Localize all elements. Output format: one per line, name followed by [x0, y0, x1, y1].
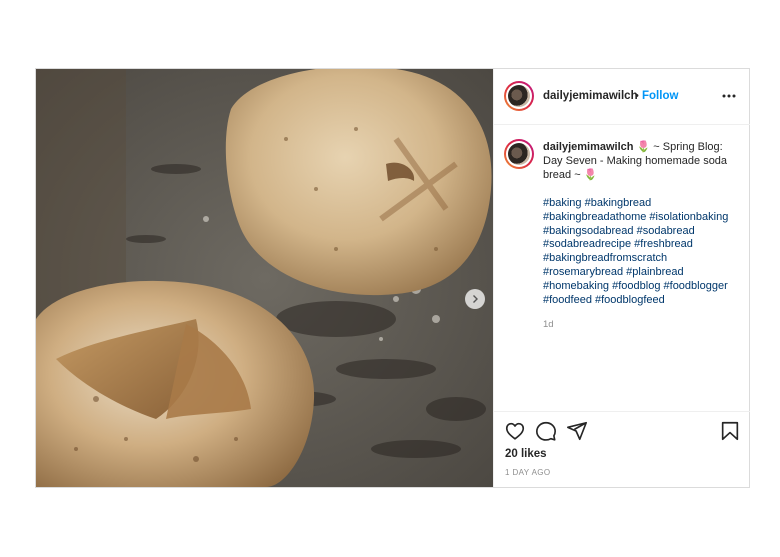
- hashtag-link[interactable]: #bakingbreadathome: [543, 211, 646, 223]
- hashtag-link[interactable]: #foodblogger: [664, 280, 728, 292]
- hashtag-link[interactable]: #bakingbread: [585, 197, 652, 209]
- tulip-emoji-end: 🌷: [583, 168, 598, 181]
- likes-count[interactable]: 20 likes: [505, 448, 547, 460]
- hashtag-link[interactable]: #foodblogfeed: [595, 294, 665, 306]
- hashtag-link[interactable]: #foodblog: [612, 280, 660, 292]
- hashtag-link[interactable]: #plainbread: [626, 266, 684, 278]
- caption-username[interactable]: dailyjemimawilch: [543, 141, 633, 153]
- hashtag-link[interactable]: #isolationbaking: [649, 211, 728, 223]
- hashtag-line: #bakingbreadathome #isolationbaking: [543, 211, 748, 225]
- hashtag-link[interactable]: #rosemarybread: [543, 266, 623, 278]
- hashtag-link[interactable]: #freshbread: [634, 238, 693, 250]
- hashtag-link[interactable]: #baking: [543, 197, 582, 209]
- hashtag-link[interactable]: #sodabreadrecipe: [543, 238, 631, 250]
- hashtag-link[interactable]: #sodabread: [637, 225, 695, 237]
- comment-icon[interactable]: [535, 420, 557, 442]
- hashtag-line: #baking #bakingbread: [543, 197, 748, 211]
- hashtag-link[interactable]: #bakingbreadfromscratch: [543, 252, 667, 264]
- post-timestamp[interactable]: 1 DAY AGO: [505, 468, 551, 477]
- instagram-post: dailyjemimawilch • Follow dailyjemimawil…: [35, 68, 750, 488]
- hashtag-line: #sodabreadrecipe #freshbread: [543, 238, 748, 252]
- hashtag-line: #foodfeed #foodblogfeed: [543, 294, 748, 308]
- hashtag-line: #homebaking #foodblog #foodblogger: [543, 280, 748, 294]
- post-sidebar: dailyjemimawilch • Follow dailyjemimawil…: [493, 69, 750, 487]
- hashtag-link[interactable]: #bakingsodabread: [543, 225, 634, 237]
- follow-button[interactable]: Follow: [642, 90, 678, 102]
- post-header: dailyjemimawilch • Follow: [494, 69, 750, 125]
- post-actions: 20 likes 1 DAY AGO: [494, 411, 750, 487]
- bookmark-icon[interactable]: [719, 420, 741, 442]
- hashtag-list: #baking #bakingbread #bakingbreadathome #…: [543, 197, 748, 307]
- chevron-right-icon: [473, 295, 478, 303]
- next-photo-button[interactable]: [465, 289, 485, 309]
- hashtag-link[interactable]: #foodfeed: [543, 294, 592, 306]
- post-photo[interactable]: [36, 69, 493, 487]
- post-author-username[interactable]: dailyjemimawilch: [543, 90, 638, 102]
- caption-avatar[interactable]: [504, 139, 534, 169]
- hashtag-line: #bakingsodabread #sodabread: [543, 225, 748, 239]
- bread-photo-image: [36, 69, 493, 487]
- header-separator: •: [635, 90, 639, 102]
- paper-plane-icon[interactable]: [566, 420, 588, 442]
- caption-age: 1d: [543, 319, 554, 330]
- avatar[interactable]: [504, 81, 534, 111]
- tulip-emoji: 🌷: [636, 141, 651, 153]
- more-options-icon[interactable]: [719, 89, 739, 103]
- hashtag-line: #bakingbreadfromscratch: [543, 252, 748, 266]
- hashtag-link[interactable]: #homebaking: [543, 280, 609, 292]
- post-caption: dailyjemimawilch 🌷 ~ Spring Blog: Day Se…: [543, 141, 743, 182]
- heart-icon[interactable]: [504, 420, 526, 442]
- hashtag-line: #rosemarybread #plainbread: [543, 266, 748, 280]
